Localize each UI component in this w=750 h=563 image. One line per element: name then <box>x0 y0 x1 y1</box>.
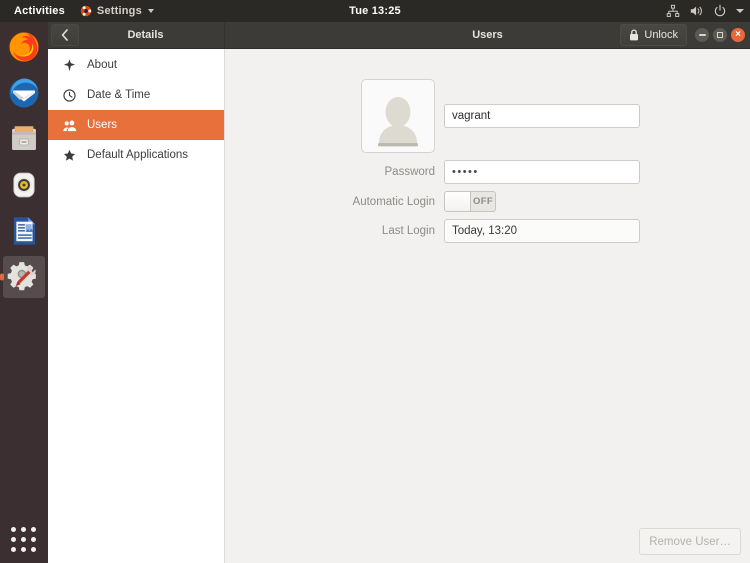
unlock-label: Unlock <box>644 29 678 41</box>
users-icon <box>62 118 77 133</box>
sidebar-item-about[interactable]: About <box>48 50 224 80</box>
header-left-section: Details <box>48 22 225 48</box>
automatic-login-cell: OFF <box>444 191 640 212</box>
thunderbird-icon <box>9 78 39 108</box>
rhythmbox-icon <box>13 172 35 198</box>
desktop-screen: Activities Settings Tue 13:25 Details Us… <box>0 0 750 563</box>
app-menu-label: Settings <box>96 5 142 17</box>
dock-item-files[interactable] <box>3 118 45 160</box>
sidebar-item-default-applications[interactable]: Default Applications <box>48 140 224 170</box>
show-applications-button[interactable] <box>0 525 48 555</box>
apps-grid-icon <box>9 525 39 555</box>
dock-item-firefox[interactable] <box>3 26 45 68</box>
automatic-login-label: Automatic Login <box>352 195 435 208</box>
sidebar-item-label: Default Applications <box>87 149 189 161</box>
settings-window: Details Users Unlock × About Date & Time… <box>48 22 750 563</box>
username-input[interactable]: vagrant <box>444 104 640 128</box>
sidebar-item-label: Date & Time <box>87 89 151 101</box>
sidebar-item-users[interactable]: Users <box>48 110 224 140</box>
back-button[interactable] <box>51 24 79 46</box>
sparkle-icon <box>62 58 77 73</box>
password-label: Password <box>384 166 436 178</box>
network-icon <box>666 4 680 17</box>
toggle-knob <box>445 192 471 211</box>
star-icon <box>62 148 77 163</box>
files-icon <box>12 126 36 151</box>
password-field[interactable]: ••••• <box>444 160 640 184</box>
last-login-label: Last Login <box>381 225 435 237</box>
unlock-button[interactable]: Unlock <box>620 24 687 46</box>
firefox-icon <box>9 32 39 62</box>
volume-icon <box>690 6 702 16</box>
maximize-button[interactable] <box>713 28 727 42</box>
app-menu-settings[interactable]: Settings <box>72 0 162 22</box>
toggle-state-label: OFF <box>473 196 493 207</box>
remove-user-button[interactable]: Remove User… <box>639 528 741 555</box>
sidebar-item-label: About <box>87 59 118 71</box>
close-icon: × <box>735 29 741 40</box>
users-panel: vagrant Password ••••• Automatic Login O… <box>225 49 750 563</box>
clock-icon <box>62 88 77 103</box>
username-cell: vagrant <box>444 104 640 128</box>
system-tray[interactable] <box>666 0 744 22</box>
dock-item-thunderbird[interactable] <box>3 72 45 114</box>
automatic-login-toggle[interactable]: OFF <box>444 191 496 212</box>
window-body: About Date & Time Users Default Applicat… <box>48 49 750 563</box>
dock-item-list <box>0 22 48 298</box>
panel-title-details: Details <box>127 29 164 41</box>
dock-item-libreoffice-writer[interactable] <box>3 210 45 252</box>
window-buttons: × <box>695 28 745 42</box>
ubuntu-logo-icon <box>80 5 92 17</box>
ubuntu-dock <box>0 22 48 563</box>
maximize-icon <box>717 32 723 38</box>
chevron-down-icon <box>147 9 154 13</box>
header-controls: Unlock × <box>620 24 745 46</box>
dock-item-rhythmbox[interactable] <box>3 164 45 206</box>
power-icon <box>714 4 726 17</box>
window-header-bar: Details Users Unlock × <box>48 22 750 49</box>
close-button[interactable]: × <box>731 28 745 42</box>
activities-button[interactable]: Activities <box>7 0 72 22</box>
last-login-value[interactable]: Today, 13:20 <box>444 219 640 243</box>
minimize-button[interactable] <box>695 28 709 42</box>
avatar-placeholder-icon <box>378 97 418 147</box>
settings-sidebar: About Date & Time Users Default Applicat… <box>48 49 225 563</box>
dock-item-settings[interactable] <box>3 256 45 298</box>
chevron-left-icon <box>61 29 68 41</box>
header-right-section: Users Unlock × <box>225 22 750 48</box>
libreoffice-writer-icon <box>13 217 36 245</box>
user-details-form: vagrant Password ••••• Automatic Login O… <box>225 79 750 243</box>
sidebar-item-date-time[interactable]: Date & Time <box>48 80 224 110</box>
user-form-grid: vagrant Password ••••• Automatic Login O… <box>335 79 640 243</box>
sidebar-item-label: Users <box>87 119 118 131</box>
minimize-icon <box>698 34 706 36</box>
gnome-top-bar: Activities Settings Tue 13:25 <box>0 0 750 22</box>
avatar[interactable] <box>361 79 435 153</box>
password-value: ••••• <box>452 166 479 178</box>
chevron-down-icon <box>736 9 744 13</box>
avatar-cell <box>335 79 435 153</box>
top-bar-left-group: Activities Settings <box>0 0 162 22</box>
padlock-icon <box>630 29 639 41</box>
settings-icon <box>7 262 36 291</box>
